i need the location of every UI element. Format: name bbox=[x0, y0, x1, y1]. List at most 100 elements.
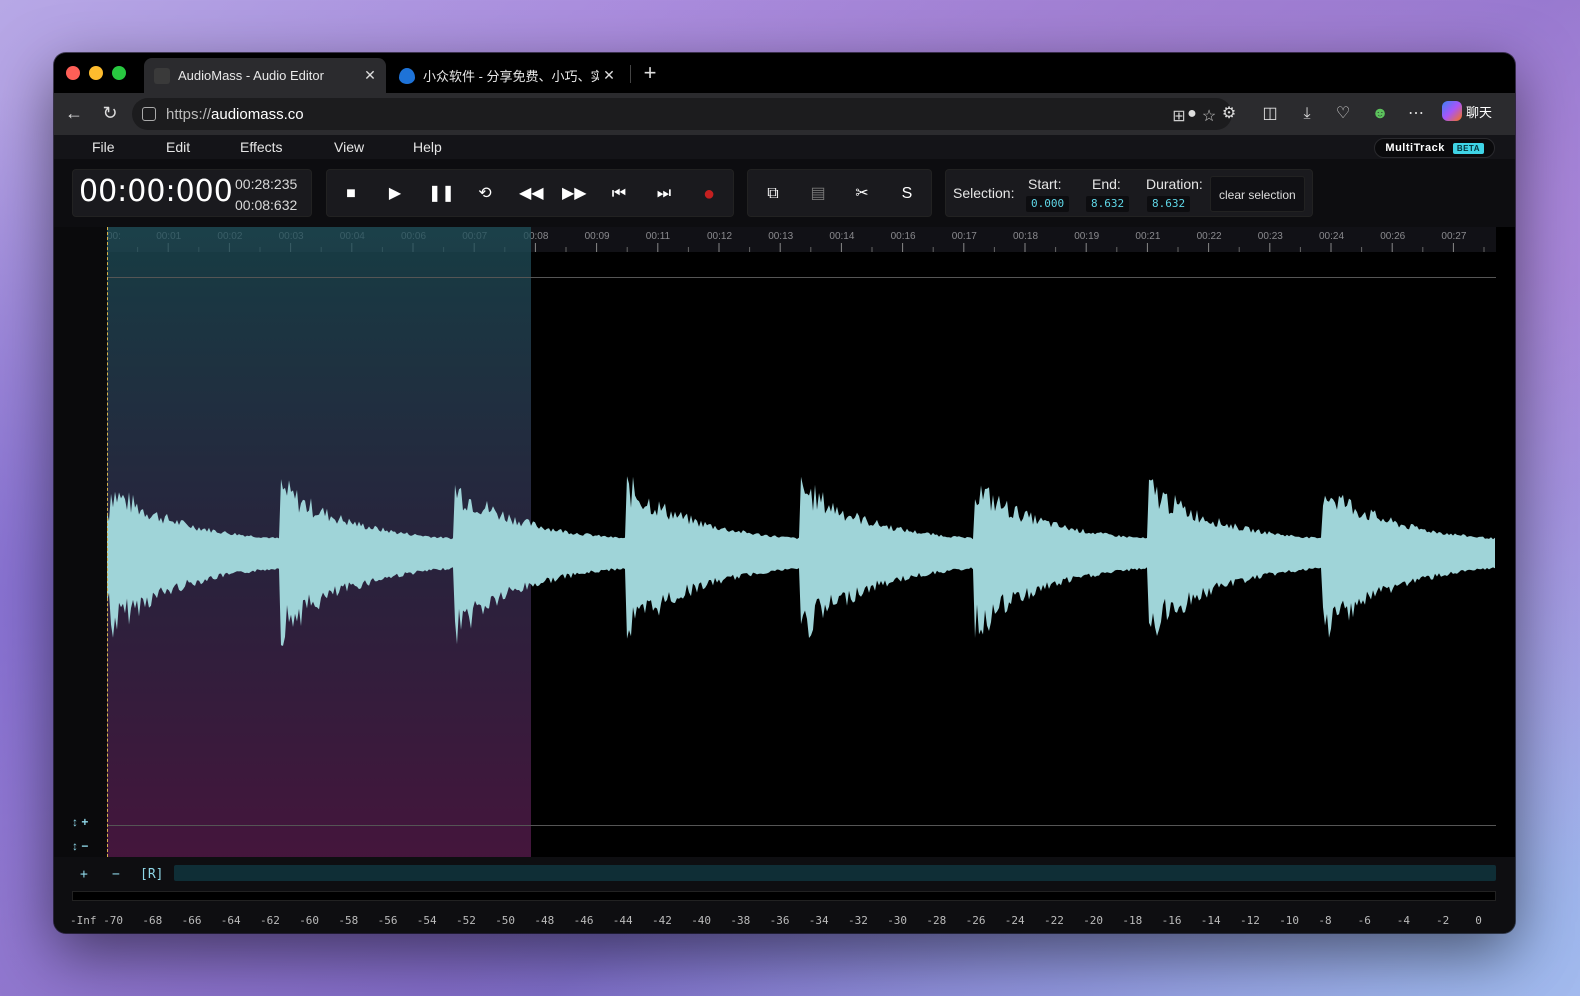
back-icon[interactable]: ← bbox=[62, 101, 86, 125]
tab-appinn[interactable]: 小众软件 - 分享免费、小巧、实用 ✕ bbox=[389, 58, 625, 93]
new-tab-icon[interactable]: + bbox=[640, 60, 660, 86]
menu-effects[interactable]: Effects bbox=[240, 139, 283, 155]
audiomass-favicon-icon bbox=[154, 67, 170, 84]
db-scale-label: -8 bbox=[1318, 914, 1332, 927]
db-scale-label: -52 bbox=[456, 914, 476, 927]
zoom-in-button[interactable]: + bbox=[80, 867, 88, 882]
db-scale-label: -64 bbox=[220, 914, 241, 927]
db-scale-label: -4 bbox=[1396, 914, 1411, 927]
zoom-out-button[interactable]: − bbox=[112, 867, 120, 882]
audiomass-app: File Edit Effects View Help MultiTrack B… bbox=[54, 135, 1515, 933]
timeline-tick-label: 00:13 bbox=[768, 231, 794, 242]
db-scale-label: -26 bbox=[965, 914, 986, 927]
browser-essentials-icon[interactable]: ♡ bbox=[1330, 101, 1356, 127]
clear-selection-button[interactable]: clear selection bbox=[1210, 176, 1305, 212]
db-scale-label: -22 bbox=[1044, 914, 1064, 927]
db-scale-label: -60 bbox=[299, 914, 320, 927]
timeline-tick-label: 00:19 bbox=[1074, 231, 1100, 242]
copy-icon[interactable]: ⧉ bbox=[761, 182, 785, 206]
db-scale-label: -28 bbox=[926, 914, 947, 927]
selection-label: Selection: bbox=[953, 185, 1015, 201]
more-menu-icon[interactable]: ⋯ bbox=[1403, 101, 1429, 127]
total-duration: 00:28:235 bbox=[235, 176, 298, 192]
reset-zoom-button[interactable]: [R] bbox=[140, 867, 163, 882]
db-scale-label: -48 bbox=[534, 914, 555, 927]
db-scale-label: -16 bbox=[1161, 914, 1182, 927]
extensions-icon[interactable]: ⚙ bbox=[1216, 101, 1242, 127]
db-scale-label: -32 bbox=[848, 914, 868, 927]
timeline-tick-label: 00:21 bbox=[1135, 231, 1161, 242]
close-tab-icon[interactable]: ✕ bbox=[360, 67, 380, 84]
timeline-tick-label: 00:16 bbox=[890, 231, 916, 242]
db-scale-label: -44 bbox=[612, 914, 633, 927]
copilot-icon bbox=[1442, 101, 1462, 121]
play-icon[interactable]: ▶ bbox=[383, 182, 407, 206]
silence-tool-button[interactable]: S bbox=[895, 182, 919, 206]
site-info-icon[interactable] bbox=[142, 107, 156, 121]
start-value[interactable]: 0.000 bbox=[1026, 196, 1070, 212]
chat-label: 聊天 bbox=[1466, 104, 1493, 120]
loop-icon[interactable]: ⟲ bbox=[473, 182, 497, 206]
waveform-area[interactable]: 00:00:0100:0200:0300:0400:0600:0700:0800… bbox=[54, 227, 1515, 857]
vertical-zoom-out-button[interactable]: ↕ − bbox=[72, 839, 88, 853]
tab-audiomass[interactable]: AudioMass - Audio Editor ✕ bbox=[144, 58, 386, 93]
waveform-path bbox=[107, 476, 1495, 646]
downloads-icon[interactable]: ⤓ bbox=[1294, 101, 1320, 127]
fast-forward-icon[interactable]: ▶▶ bbox=[562, 182, 587, 206]
copilot-chat-button[interactable]: 聊天 bbox=[1442, 101, 1492, 121]
db-scale-label: 0 bbox=[1475, 914, 1482, 927]
db-scale-label: -Inf bbox=[70, 914, 97, 927]
timeline-tick-label: 00:27 bbox=[1441, 231, 1467, 242]
close-tab-icon[interactable]: ✕ bbox=[599, 67, 619, 84]
db-scale-label: -34 bbox=[808, 914, 829, 927]
level-meter bbox=[72, 891, 1496, 901]
bottom-panel: + − [R] -Inf -70 -68 -66 -64 -62 -60 -58 -56 -54-… bbox=[54, 857, 1515, 933]
menu-help[interactable]: Help bbox=[413, 139, 442, 155]
reload-icon[interactable]: ↻ bbox=[98, 101, 122, 125]
url-scheme: https:// bbox=[166, 105, 212, 123]
url-host: audiomass.co bbox=[211, 105, 304, 123]
current-time: 00:00:000 bbox=[79, 174, 233, 209]
db-scale-label: -40 bbox=[691, 914, 712, 927]
playhead-cursor[interactable] bbox=[107, 227, 108, 857]
db-scale-label: -56 bbox=[377, 914, 398, 927]
vertical-zoom-in-button[interactable]: ↕ + bbox=[72, 815, 88, 829]
waveform-gutter bbox=[54, 227, 107, 857]
menu-view[interactable]: View bbox=[334, 139, 364, 155]
horizontal-scrollbar[interactable] bbox=[174, 865, 1496, 881]
waveform bbox=[107, 476, 1495, 646]
end-value[interactable]: 8.632 bbox=[1086, 196, 1130, 212]
menu-file[interactable]: File bbox=[92, 139, 115, 155]
multitrack-button[interactable]: MultiTrack BETA bbox=[1374, 138, 1495, 158]
db-scale-label: -46 bbox=[573, 914, 594, 927]
timeline-tick-label: 00:26 bbox=[1380, 231, 1406, 242]
record-icon[interactable]: ● bbox=[697, 182, 721, 206]
address-bar[interactable]: https://audiomass.co ⊞ ☆ bbox=[132, 98, 1232, 130]
app-menubar: File Edit Effects View Help MultiTrack B… bbox=[54, 135, 1515, 159]
skip-start-icon[interactable]: ⏮ bbox=[607, 182, 631, 206]
db-scale-label: -58 bbox=[338, 914, 359, 927]
extension-frog-icon[interactable]: ● bbox=[1179, 101, 1205, 127]
stop-icon[interactable]: ■ bbox=[339, 182, 363, 206]
minimize-window-button[interactable] bbox=[89, 66, 103, 80]
profile-avatar-icon[interactable]: ☻ bbox=[1367, 101, 1393, 127]
maximize-window-button[interactable] bbox=[112, 66, 126, 80]
paste-icon[interactable]: ▤ bbox=[806, 182, 830, 206]
cut-icon[interactable]: ✂ bbox=[850, 182, 874, 206]
split-screen-icon[interactable]: ◫ bbox=[1257, 101, 1283, 127]
close-window-button[interactable] bbox=[66, 66, 80, 80]
rewind-icon[interactable]: ◀◀ bbox=[519, 182, 544, 206]
duration-label: Duration: bbox=[1146, 176, 1203, 192]
duration-value[interactable]: 8.632 bbox=[1147, 196, 1191, 212]
menu-edit[interactable]: Edit bbox=[166, 139, 190, 155]
timeline-tick-label: 00:22 bbox=[1196, 231, 1222, 242]
db-scale-label: -18 bbox=[1122, 914, 1143, 927]
end-label: End: bbox=[1092, 176, 1121, 192]
browser-toolbar: ← ↻ https://audiomass.co ⊞ ☆ ● ⚙ ◫ ⤓ ♡ ☻… bbox=[54, 93, 1515, 135]
pause-icon[interactable]: ❚❚ bbox=[428, 182, 455, 206]
db-scale-label: -14 bbox=[1200, 914, 1221, 927]
db-scale-label: -12 bbox=[1240, 914, 1260, 927]
timeline-tick-label: 00:23 bbox=[1257, 231, 1283, 242]
tab-bar: AudioMass - Audio Editor ✕ 小众软件 - 分享免费、小… bbox=[54, 53, 1515, 93]
skip-end-icon[interactable]: ⏭ bbox=[652, 182, 676, 206]
